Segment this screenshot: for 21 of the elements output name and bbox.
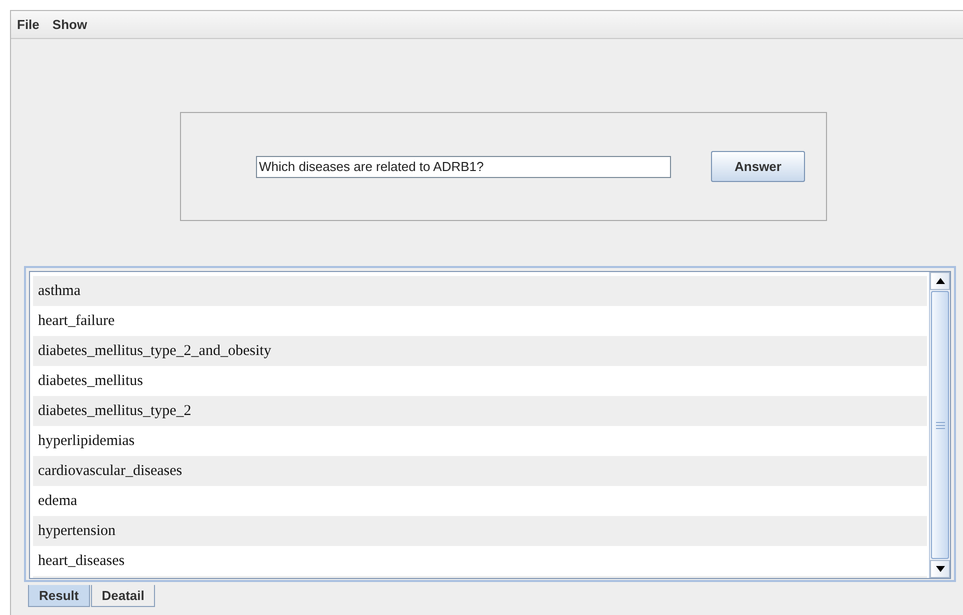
list-item[interactable]: diabetes_mellitus [33,366,927,396]
list-item[interactable]: hyperlipidemias [33,426,927,456]
list-item[interactable]: cardiovascular_diseases [33,456,927,486]
list-item[interactable]: hypertension [33,516,927,546]
list-item[interactable]: asthma [33,276,927,306]
scroll-down-icon[interactable] [936,566,944,572]
list-item[interactable]: heart_failure [33,306,927,336]
list-item[interactable]: diabetes_mellitus_type_2_and_obesity [33,336,927,366]
tab[interactable]: Result [28,585,90,607]
menu-item[interactable]: File [17,17,40,32]
question-field[interactable]: Which diseases are related to ADRB1? [256,156,671,178]
menu-item[interactable]: Show [52,17,88,32]
scrollbar[interactable] [929,272,950,578]
list-item[interactable]: edema [33,486,927,516]
grip-icon [936,422,944,428]
scroll-up-icon[interactable] [936,278,944,284]
scrollbar-thumb[interactable] [931,291,949,559]
tab[interactable]: Deatail [90,585,156,607]
list-item[interactable]: heart_diseases [33,546,927,576]
answer-button[interactable]: Answer [711,151,805,182]
list-item[interactable]: diabetes_mellitus_type_2 [33,396,927,426]
